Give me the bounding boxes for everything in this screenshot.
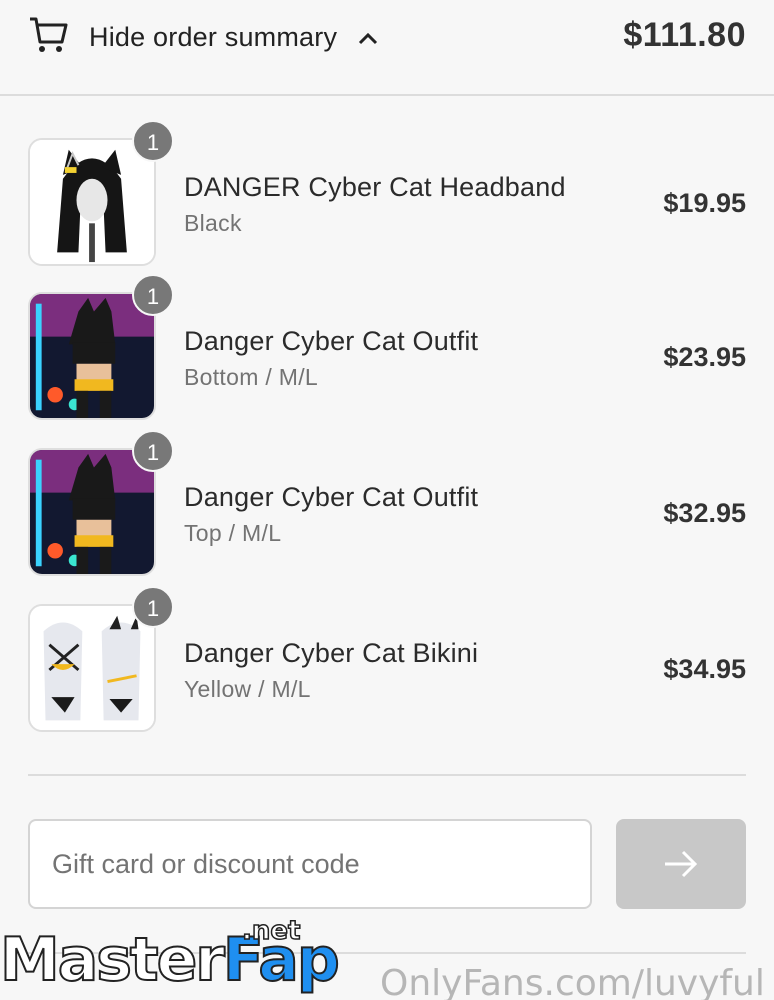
product-variant: Black <box>184 210 242 236</box>
line-item: 1 Danger Cyber Cat Bikini Yellow / M/L $… <box>0 586 774 734</box>
product-variant: Yellow / M/L <box>184 676 311 702</box>
product-name: Danger Cyber Cat Outfit <box>184 482 479 512</box>
product-name: DANGER Cyber Cat Headband <box>184 172 566 202</box>
toggle-order-summary-label[interactable]: Hide order summary <box>89 22 337 53</box>
cart-icon <box>28 16 68 54</box>
watermark-text: OnlyFans.com/luvyful <box>380 963 765 1000</box>
arrow-right-icon <box>665 850 698 878</box>
quantity-badge: 1 <box>132 430 174 472</box>
product-price: $23.95 <box>663 342 746 372</box>
product-name: Danger Cyber Cat Bikini <box>184 638 479 668</box>
watermark-logo-suffix: .net <box>241 915 301 947</box>
order-summary-header[interactable]: Hide order summary $111.80 <box>0 0 774 96</box>
order-total: $111.80 <box>623 16 746 54</box>
line-items-list: 1 DANGER Cyber Cat Headband Black $19.95… <box>0 96 774 776</box>
quantity-badge: 1 <box>132 120 174 162</box>
product-variant: Bottom / M/L <box>184 364 318 390</box>
product-image <box>28 138 156 266</box>
quantity-badge: 1 <box>132 586 174 628</box>
product-image <box>28 604 156 732</box>
product-image <box>28 448 156 576</box>
product-price: $32.95 <box>663 498 746 528</box>
line-item: 1 Danger Cyber Cat Outfit Bottom / M/L $… <box>0 274 774 422</box>
chevron-up-icon[interactable] <box>356 28 380 50</box>
product-price: $19.95 <box>663 188 746 218</box>
product-variant: Top / M/L <box>184 520 282 546</box>
product-name: Danger Cyber Cat Outfit <box>184 326 479 356</box>
discount-code-input[interactable] <box>28 819 592 909</box>
apply-discount-button[interactable] <box>616 819 746 909</box>
product-image <box>28 292 156 420</box>
line-item: 1 DANGER Cyber Cat Headband Black $19.95 <box>0 120 774 268</box>
section-divider <box>28 774 746 776</box>
line-item: 1 Danger Cyber Cat Outfit Top / M/L $32.… <box>0 430 774 578</box>
quantity-badge: 1 <box>132 274 174 316</box>
product-price: $34.95 <box>663 654 746 684</box>
